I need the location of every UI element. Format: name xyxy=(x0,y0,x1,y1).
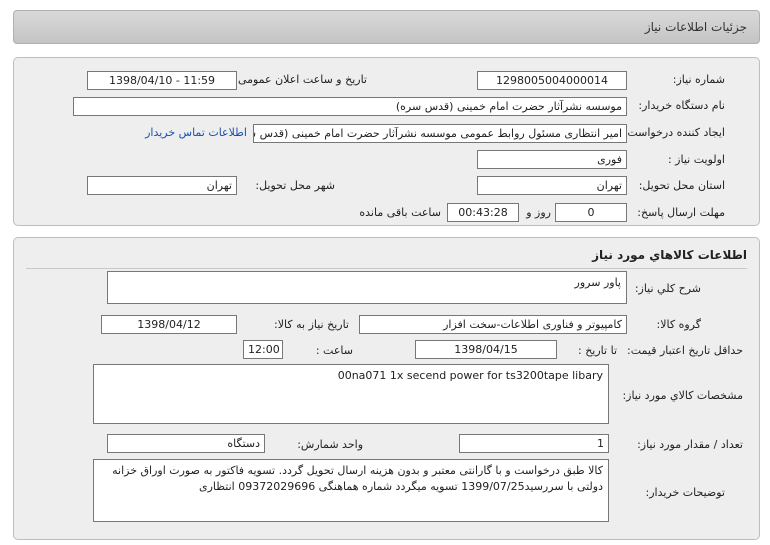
need-date-field: 1398/04/12 xyxy=(101,315,237,334)
need-date-label: تاریخ نیاز به کالا: xyxy=(274,318,349,331)
announce-datetime-field: 1398/04/10 - 11:59 xyxy=(87,71,237,90)
until-date-label: تا تاریخ : xyxy=(578,344,617,357)
general-desc-field: پاور سرور xyxy=(107,271,627,304)
days-word: روز و xyxy=(526,206,551,219)
page-header: جزئیات اطلاعات نیاز xyxy=(13,10,760,44)
deadline-days-field: 0 xyxy=(555,203,627,222)
need-number-label: شماره نیاز: xyxy=(672,73,725,86)
goods-section-title: اطلاعات کالاهاي مورد نياز xyxy=(592,248,747,262)
deadline-time-field: 00:43:28 xyxy=(447,203,519,222)
need-info-panel: شماره نیاز: 1298005004000014 تاریخ و ساع… xyxy=(13,57,760,226)
buyer-org-field: موسسه نشرآثار حضرت امام خمینی (قدس سره) xyxy=(73,97,627,116)
remaining-word: ساعت باقی مانده xyxy=(359,206,441,219)
deadline-label: مهلت ارسال پاسخ: xyxy=(637,206,725,219)
buyer-contact-link[interactable]: اطلاعات تماس خریدار xyxy=(145,126,247,139)
buyer-notes-label: توضیحات خریدار: xyxy=(645,486,726,499)
requester-field: امیر انتظاری مسئول روابط عمومی موسسه نشر… xyxy=(253,124,627,143)
specs-label: مشخصات کالاي مورد نياز: xyxy=(622,389,743,402)
province-field: تهران xyxy=(477,176,627,195)
hour-label: ساعت : xyxy=(315,344,353,357)
city-label: شهر محل تحویل: xyxy=(255,179,335,192)
goods-panel: اطلاعات کالاهاي مورد نياز شرح کلي نياز: … xyxy=(13,237,760,540)
qty-field: 1 xyxy=(459,434,609,453)
qty-label: تعداد / مقدار مورد نیاز: xyxy=(637,438,743,451)
section-divider xyxy=(26,268,747,269)
province-label: استان محل تحویل: xyxy=(638,179,725,192)
goods-group-field: کامپیوتر و فناوری اطلاعات-سخت افزار xyxy=(359,315,627,334)
buyer-org-label: نام دستگاه خریدار: xyxy=(638,99,725,112)
specs-field: 00na071 1x secend power for ts3200tape l… xyxy=(93,364,609,424)
buyer-notes-field: کالا طبق درخواست و با گارانتی معتبر و بد… xyxy=(93,459,609,522)
requester-label: ایجاد کننده درخواست: xyxy=(623,126,725,139)
hour-field: 12:00 xyxy=(243,340,283,359)
page-title: جزئیات اطلاعات نیاز xyxy=(644,20,747,34)
need-number-field: 1298005004000014 xyxy=(477,71,627,90)
price-validity-label: حداقل تاریخ اعتبار قیمت: xyxy=(627,344,743,357)
unit-field: دستگاه xyxy=(107,434,265,453)
general-desc-label: شرح کلي نياز: xyxy=(634,282,701,295)
goods-group-label: گروه کالا: xyxy=(656,318,701,331)
priority-label: اولویت نیاز : xyxy=(667,153,725,166)
announce-datetime-label: تاریخ و ساعت اعلان عمومی: xyxy=(234,73,367,86)
until-date-field: 1398/04/15 xyxy=(415,340,557,359)
unit-label: واحد شمارش: xyxy=(297,438,363,451)
city-field: تهران xyxy=(87,176,237,195)
priority-field: فوری xyxy=(477,150,627,169)
